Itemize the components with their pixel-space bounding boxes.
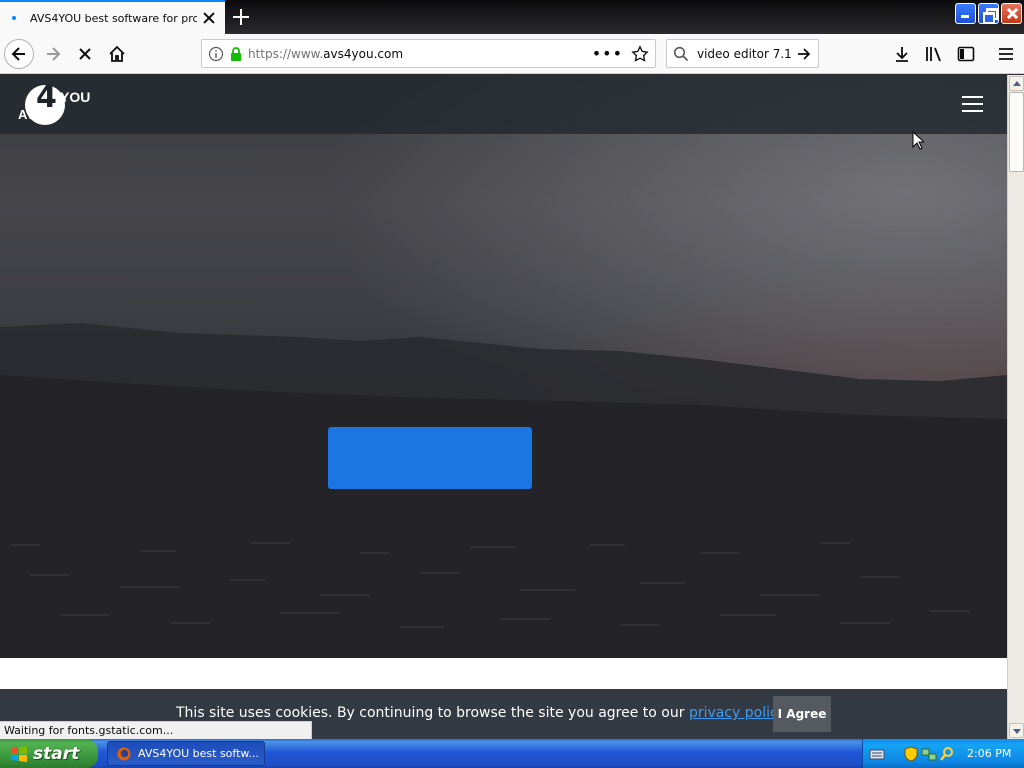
- bookmark-star-icon[interactable]: [631, 44, 649, 63]
- restore-button[interactable]: [978, 3, 999, 24]
- page-actions-icon[interactable]: •••: [592, 45, 623, 62]
- url-bar[interactable]: https://www.avs4you.com •••: [201, 39, 656, 68]
- info-icon[interactable]: [208, 46, 224, 62]
- mouse-cursor-icon: [912, 131, 924, 150]
- windows-taskbar: start AVS4YOU best softw... 2:06 PM: [0, 739, 1024, 768]
- url-domain: avs4you.com: [323, 46, 404, 61]
- forward-arrow-icon: [47, 47, 61, 61]
- hero-landscape-image: [0, 323, 1007, 658]
- avs4you-logo[interactable]: 4 AVS YOU: [18, 83, 98, 127]
- content-section: [0, 658, 1007, 689]
- taskbar-item-label: AVS4YOU best softw...: [138, 747, 259, 760]
- navigation-toolbar: https://www.avs4you.com ••• video editor…: [0, 34, 1024, 74]
- taskbar-item-firefox[interactable]: AVS4YOU best softw...: [107, 741, 265, 766]
- logo-you: YOU: [60, 89, 91, 105]
- search-input[interactable]: video editor 7.1: [697, 47, 796, 61]
- logo-avs: AVS: [18, 107, 44, 122]
- cookie-text: This site uses cookies. By continuing to…: [176, 705, 689, 721]
- window-controls: [955, 3, 1022, 24]
- clock: 2:06 PM: [967, 747, 1012, 760]
- browser-tab-active[interactable]: AVS4YOU best software for processing: [0, 0, 225, 34]
- security-shield-icon[interactable]: [903, 745, 919, 762]
- privacy-policy-link[interactable]: privacy policy: [689, 705, 784, 721]
- app-menu-icon[interactable]: [996, 44, 1016, 64]
- scroll-thumb[interactable]: [1009, 92, 1024, 172]
- search-icon: [673, 46, 689, 61]
- url-prefix: https://www.: [248, 46, 324, 61]
- search-bar[interactable]: video editor 7.1: [666, 39, 819, 68]
- stop-icon: [79, 48, 91, 60]
- home-icon: [109, 45, 125, 62]
- sidebar-toggle-icon[interactable]: [956, 44, 976, 64]
- page-viewport: 4 AVS YOU This site uses cookies. By con…: [0, 75, 1007, 739]
- lock-icon[interactable]: [228, 46, 244, 62]
- scroll-up-arrow-icon[interactable]: [1009, 76, 1024, 91]
- downloads-icon[interactable]: [892, 44, 912, 64]
- tab-title: AVS4YOU best software for processing: [30, 11, 197, 25]
- close-window-button[interactable]: [1001, 3, 1022, 24]
- forward-button[interactable]: [38, 39, 68, 69]
- start-label: start: [33, 743, 80, 764]
- windows-flag-icon: [11, 745, 27, 762]
- hero-section: 4 AVS YOU: [0, 75, 1007, 658]
- hero-cta-button[interactable]: [328, 427, 532, 489]
- site-header: 4 AVS YOU: [0, 75, 1007, 134]
- hamburger-menu-icon[interactable]: [962, 96, 983, 113]
- system-tray: 2:06 PM: [862, 739, 1024, 768]
- search-go-arrow-icon[interactable]: [796, 46, 812, 62]
- url-text[interactable]: https://www.avs4you.com: [248, 47, 592, 61]
- tab-close-icon[interactable]: [201, 10, 217, 26]
- scroll-down-arrow-icon[interactable]: [1009, 723, 1024, 738]
- back-arrow-icon: [11, 47, 25, 61]
- library-icon[interactable]: [924, 44, 944, 64]
- search-tray-icon[interactable]: [939, 746, 955, 762]
- back-button[interactable]: [4, 39, 34, 69]
- cookie-message: This site uses cookies. By continuing to…: [176, 705, 788, 721]
- firefox-icon: [117, 747, 131, 760]
- home-button[interactable]: [102, 39, 132, 69]
- minimize-button[interactable]: [955, 3, 976, 24]
- page-scrollbar[interactable]: [1007, 75, 1024, 739]
- new-tab-button[interactable]: [230, 6, 252, 28]
- tab-strip: AVS4YOU best software for processing: [0, 0, 1024, 34]
- keyboard-icon[interactable]: [869, 746, 885, 762]
- status-text: Waiting for fonts.gstatic.com...: [0, 721, 312, 739]
- loading-favicon-icon: [6, 10, 22, 26]
- cookie-agree-button[interactable]: I Agree: [773, 696, 831, 732]
- stop-button[interactable]: [70, 39, 100, 69]
- network-icon[interactable]: [921, 746, 937, 762]
- start-button[interactable]: start: [0, 739, 98, 768]
